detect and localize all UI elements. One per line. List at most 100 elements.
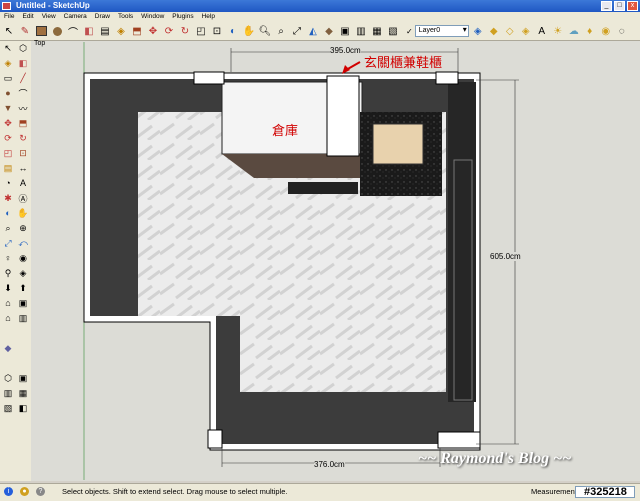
layer-select[interactable]: Layer0 (414, 25, 469, 37)
text-tool-icon[interactable]: A (535, 24, 549, 38)
freehand-icon[interactable]: 〰 (16, 101, 30, 115)
polygon-icon[interactable]: ▼ (1, 101, 15, 115)
menu-view[interactable]: View (38, 12, 60, 22)
scale-icon[interactable]: ◰ (1, 146, 15, 160)
dimension-right[interactable]: 605.0cm (490, 252, 521, 261)
3d-text-icon[interactable]: Ⓐ (16, 191, 30, 205)
top-view-icon[interactable]: ▣ (16, 371, 30, 385)
previous-view-icon[interactable]: ◭ (306, 24, 320, 38)
push-pull-icon[interactable]: ⬒ (130, 24, 144, 38)
arc-icon[interactable]: ⌒ (16, 86, 30, 100)
eraser-tool-icon[interactable]: ◧ (82, 24, 96, 38)
zoom-window-icon[interactable]: ⊕ (16, 221, 30, 235)
zoom-extents-icon[interactable]: ⤢ (1, 236, 15, 250)
rectangle-tool-icon[interactable] (34, 24, 48, 38)
select-tool-icon[interactable]: ↖ (2, 24, 16, 38)
close-button[interactable]: x (627, 1, 638, 11)
circle-icon[interactable]: ● (1, 86, 15, 100)
select-icon[interactable]: ↖ (1, 41, 15, 55)
help-icon[interactable]: ? (36, 487, 45, 496)
look-around-icon[interactable]: ◉ (599, 24, 613, 38)
zoom-extents-icon[interactable]: ⤢ (290, 24, 304, 38)
menu-window[interactable]: Window (137, 12, 168, 22)
right-view-icon[interactable]: ▦ (370, 24, 384, 38)
follow-me-icon[interactable]: ↻ (178, 24, 192, 38)
left-view-icon[interactable]: ◧ (16, 401, 30, 415)
follow-me-icon[interactable]: ↻ (16, 131, 30, 145)
menu-help[interactable]: Help (198, 12, 219, 22)
zoom-tool-icon[interactable]: 🔍︎ (258, 24, 272, 38)
dimension-icon[interactable]: ↔ (16, 161, 30, 175)
dimension-bottom[interactable]: 376.0cm (314, 460, 345, 469)
line-icon[interactable]: ╱ (16, 71, 30, 85)
back-view-icon[interactable]: ▧ (1, 401, 15, 415)
layer-manager-icon[interactable]: ◈ (471, 24, 485, 38)
zoom-icon[interactable]: ⌕ (1, 221, 15, 235)
pencil-tool-icon[interactable]: ✎ (18, 24, 32, 38)
house-icon[interactable]: ⌂ (1, 296, 15, 310)
info-icon[interactable]: i (4, 487, 13, 496)
rectangle-icon[interactable]: ▭ (1, 71, 15, 85)
walk-tool-icon[interactable]: ♦ (583, 24, 597, 38)
section-plane-icon[interactable]: ◆ (487, 24, 501, 38)
get-models-icon[interactable]: ⬇ (1, 281, 15, 295)
menu-tools[interactable]: Tools (114, 12, 137, 22)
axes-icon[interactable]: ✱ (1, 191, 15, 205)
make-component-icon[interactable]: ⬡ (16, 41, 30, 55)
move-tool-icon[interactable]: ✥ (146, 24, 160, 38)
rotate-tool-icon[interactable]: ⟳ (162, 24, 176, 38)
menu-camera[interactable]: Camera (60, 12, 91, 22)
maximize-button[interactable]: □ (614, 1, 625, 11)
pan-tool-icon[interactable]: ✋ (242, 24, 256, 38)
layers-icon[interactable]: ▥ (16, 311, 30, 325)
view-cube-icon[interactable]: ◆ (1, 341, 15, 355)
section-display-icon[interactable]: ◇ (503, 24, 517, 38)
zoom-window-icon[interactable]: ⌕ (274, 24, 288, 38)
front-view-icon[interactable]: ▥ (354, 24, 368, 38)
text-icon[interactable]: A (16, 176, 30, 190)
tape-measure-icon[interactable]: ▤ (98, 24, 112, 38)
eraser-icon[interactable]: ◧ (16, 56, 30, 70)
section-plane-icon[interactable]: ◈ (16, 266, 30, 280)
top-view-icon[interactable]: ▣ (338, 24, 352, 38)
right-view-icon[interactable]: ▦ (16, 386, 30, 400)
scene-tab-label[interactable]: Top (34, 40, 45, 47)
position-camera-icon[interactable]: ◌ (615, 24, 629, 38)
share-model-icon[interactable]: ⬆ (16, 281, 30, 295)
scale-tool-icon[interactable]: ◰ (194, 24, 208, 38)
tape-measure-icon[interactable]: ▤ (1, 161, 15, 175)
model-viewport[interactable] (31, 41, 640, 481)
menu-draw[interactable]: Draw (91, 12, 114, 22)
menu-file[interactable]: File (0, 12, 18, 22)
circle-tool-icon[interactable] (50, 24, 64, 38)
arc-tool-icon[interactable]: ⌒ (66, 24, 80, 39)
menu-edit[interactable]: Edit (18, 12, 37, 22)
rotate-icon[interactable]: ⟳ (1, 131, 15, 145)
look-around-icon[interactable]: ◉ (16, 251, 30, 265)
protractor-icon[interactable]: ◔ (1, 176, 15, 190)
fog-toggle-icon[interactable]: ☁ (567, 24, 581, 38)
component-icon[interactable]: ▣ (16, 296, 30, 310)
back-view-icon[interactable]: ▧ (386, 24, 400, 38)
geo-location-icon[interactable]: ● (20, 487, 29, 496)
layer-visible-check[interactable]: ✓ (406, 27, 413, 36)
paint-icon[interactable]: ◈ (1, 56, 15, 70)
pan-icon[interactable]: ✋ (16, 206, 30, 220)
iso-view-icon[interactable]: ◆ (322, 24, 336, 38)
iso-view-icon[interactable]: ⬡ (1, 371, 15, 385)
offset-tool-icon[interactable]: ⊡ (210, 24, 224, 38)
paint-bucket-icon[interactable]: ◈ (114, 24, 128, 38)
orbit-tool-icon[interactable]: ◐ (226, 24, 240, 38)
walk-icon[interactable]: ⚲ (1, 266, 15, 280)
orbit-icon[interactable]: ◐ (1, 206, 15, 220)
position-camera-icon[interactable]: ♀ (1, 251, 15, 265)
dimension-top[interactable]: 395.0cm (330, 46, 361, 55)
previous-icon[interactable]: ⤺ (16, 236, 30, 250)
push-pull-icon[interactable]: ⬒ (16, 116, 30, 130)
menu-plugins[interactable]: Plugins (168, 12, 197, 22)
minimize-button[interactable]: _ (601, 1, 612, 11)
warehouse-icon[interactable]: ⌂ (1, 311, 15, 325)
front-view-icon[interactable]: ▥ (1, 386, 15, 400)
offset-icon[interactable]: ⊡ (16, 146, 30, 160)
shadow-toggle-icon[interactable]: ☀ (551, 24, 565, 38)
